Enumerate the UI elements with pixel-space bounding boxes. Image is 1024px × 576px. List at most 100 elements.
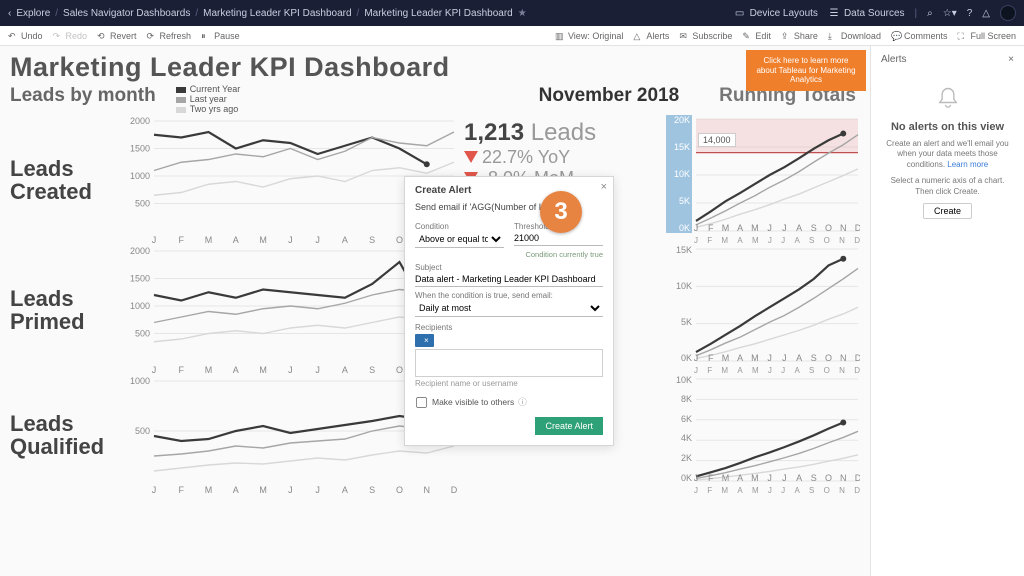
undo-button[interactable]: ↶Undo [8, 31, 43, 41]
svg-text:D: D [855, 223, 860, 233]
svg-text:F: F [179, 365, 185, 375]
running-y-axis[interactable]: 10K8K6K4K2K0K [666, 375, 692, 483]
breadcrumb-explore[interactable]: Explore [16, 8, 50, 19]
step-badge: 3 [540, 191, 582, 233]
pause-button[interactable]: ⏸Pause [201, 31, 240, 41]
svg-text:A: A [737, 473, 743, 483]
running-y-axis[interactable]: 20K15K10K5K0K [666, 115, 692, 233]
redo-icon: ↷ [53, 31, 63, 41]
device-layouts-button[interactable]: ▭Device Layouts [734, 7, 818, 19]
user-avatar[interactable] [1000, 5, 1016, 21]
breadcrumb-view[interactable]: Marketing Leader KPI Dashboard [364, 8, 512, 19]
month-heading: November 2018 [539, 85, 679, 107]
revert-button[interactable]: ⟲Revert [97, 31, 137, 41]
data-sources-button[interactable]: ☰Data Sources [828, 7, 905, 19]
svg-text:500: 500 [135, 198, 150, 208]
close-icon[interactable]: × [601, 181, 607, 193]
sidepanel-create-button[interactable]: Create [923, 203, 972, 219]
view-original-button[interactable]: ▥View: Original [555, 31, 623, 41]
svg-text:F: F [708, 473, 714, 483]
svg-text:O: O [396, 365, 403, 375]
running-chart[interactable]: 10K8K6K4K2K0K 0K2K4K6K8K10KJFMAMJJASOND … [670, 375, 860, 495]
svg-text:M: M [722, 353, 730, 363]
svg-text:J: J [288, 485, 293, 495]
running-y-axis[interactable]: 15K10K5K0K [666, 245, 692, 363]
search-icon[interactable]: ⌕ [927, 8, 933, 19]
frequency-select[interactable]: Daily at most [415, 300, 603, 317]
svg-text:O: O [825, 353, 832, 363]
learn-more-link[interactable]: Learn more [947, 160, 988, 169]
view-toolbar: ↶Undo ↷Redo ⟲Revert ⟳Refresh ⏸Pause ▥Vie… [0, 26, 1024, 46]
svg-text:S: S [811, 223, 817, 233]
create-alert-submit[interactable]: Create Alert [535, 417, 603, 435]
share-button[interactable]: ⇪Share [781, 31, 818, 41]
leads-by-month-heading: Leads by month [10, 85, 156, 107]
dialog-title: Create Alert [415, 185, 603, 196]
svg-text:J: J [782, 223, 787, 233]
breadcrumb-sep: / [195, 8, 198, 19]
favorites-dropdown-icon[interactable]: ☆▾ [943, 8, 957, 19]
running-chart[interactable]: 20K15K10K5K0K 0K5K10K15K20KJFMAMJJASOND … [670, 115, 860, 245]
running-chart[interactable]: 15K10K5K0K 0K5K10K15KJFMAMJJASOND JFMAMJ… [670, 245, 860, 375]
svg-text:N: N [840, 353, 847, 363]
help-icon[interactable]: ? [967, 8, 973, 19]
svg-text:M: M [259, 235, 267, 245]
svg-text:A: A [796, 473, 802, 483]
redo-button[interactable]: ↷Redo [53, 31, 88, 41]
condition-select[interactable]: Above or equal to [415, 231, 504, 248]
remove-recipient-icon[interactable]: × [424, 336, 429, 345]
back-button[interactable]: ‹ [8, 8, 11, 19]
svg-text:M: M [205, 365, 213, 375]
sidepanel-title: Alerts [881, 54, 907, 65]
svg-text:M: M [751, 353, 759, 363]
edit-button[interactable]: ✎Edit [742, 31, 771, 41]
comments-button[interactable]: 💬Comments [891, 31, 948, 41]
visible-to-others-checkbox[interactable] [416, 396, 427, 407]
svg-text:500: 500 [135, 426, 150, 436]
svg-text:N: N [423, 485, 430, 495]
recipients-box[interactable] [415, 349, 603, 377]
download-button[interactable]: ⤓Download [828, 31, 881, 41]
visible-to-others-label: Make visible to others [432, 397, 514, 407]
fullscreen-button[interactable]: ⛶Full Screen [957, 31, 1016, 41]
alerts-button[interactable]: △Alerts [633, 31, 669, 41]
svg-text:M: M [205, 235, 213, 245]
database-icon: ☰ [828, 7, 840, 19]
svg-text:J: J [694, 223, 698, 233]
recipients-label: Recipients [415, 323, 603, 332]
svg-text:J: J [694, 353, 698, 363]
condition-note: Condition currently true [415, 250, 603, 259]
breadcrumb-workbook[interactable]: Sales Navigator Dashboards [63, 8, 190, 19]
create-alert-dialog: × Create Alert Send email if 'AGG(Number… [404, 176, 614, 446]
refresh-button[interactable]: ⟳Refresh [147, 31, 192, 41]
svg-text:J: J [152, 365, 157, 375]
subject-input[interactable] [415, 272, 603, 287]
subscribe-button[interactable]: ✉Subscribe [679, 31, 732, 41]
svg-text:A: A [796, 353, 802, 363]
svg-text:J: J [288, 365, 293, 375]
info-icon[interactable]: ⓘ [518, 396, 527, 408]
recipient-pill[interactable]: × [415, 334, 434, 347]
svg-text:S: S [369, 235, 375, 245]
revert-icon: ⟲ [97, 31, 107, 41]
breadcrumb-sep: / [55, 8, 58, 19]
svg-text:A: A [233, 485, 239, 495]
undo-icon: ↶ [8, 31, 18, 41]
notifications-icon[interactable]: △ [982, 8, 990, 19]
row-label: LeadsCreated [10, 157, 120, 203]
promo-banner[interactable]: Click here to learn more about Tableau f… [746, 50, 866, 91]
svg-text:A: A [342, 235, 348, 245]
dashboard-canvas: Click here to learn more about Tableau f… [0, 46, 870, 576]
breadcrumb-dashboard[interactable]: Marketing Leader KPI Dashboard [203, 8, 351, 19]
svg-text:500: 500 [135, 328, 150, 338]
sidepanel-close-icon[interactable]: × [1008, 54, 1014, 65]
legend-two[interactable]: Two yrs ago [176, 105, 241, 115]
svg-text:M: M [259, 365, 267, 375]
favorite-star-icon[interactable]: ★ [518, 8, 527, 19]
device-icon: ▭ [734, 7, 746, 19]
legend: Current Year Last year Two yrs ago [176, 85, 241, 115]
svg-text:M: M [259, 485, 267, 495]
svg-text:A: A [233, 235, 239, 245]
threshold-input[interactable] [514, 231, 603, 246]
svg-text:O: O [825, 473, 832, 483]
